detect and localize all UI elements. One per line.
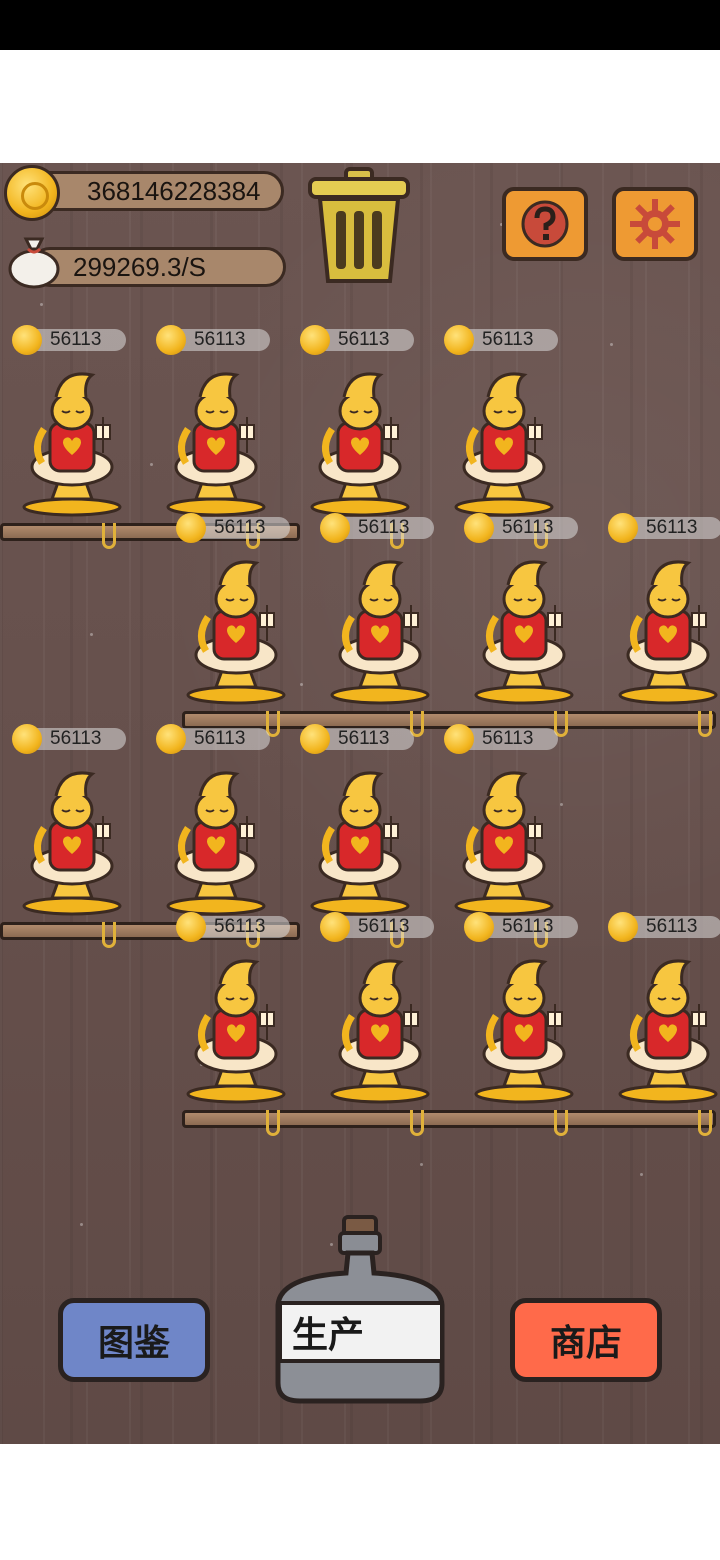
earning-tag: 56113 xyxy=(320,513,434,543)
shelf-hook xyxy=(266,1110,280,1136)
shelf-hook xyxy=(102,922,116,948)
lucky-cat[interactable] xyxy=(618,555,718,705)
shelf-hook xyxy=(698,1110,712,1136)
shelf-hook xyxy=(102,523,116,549)
earning-tag: 56113 xyxy=(608,912,720,942)
status-bar xyxy=(0,0,720,50)
help-button[interactable] xyxy=(502,187,588,261)
earning-tag: 56113 xyxy=(12,724,126,754)
earning-value: 56113 xyxy=(214,517,266,538)
earning-tag: 56113 xyxy=(176,513,290,543)
coin-icon xyxy=(12,724,42,754)
coin-icon xyxy=(4,165,60,221)
earning-tag: 56113 xyxy=(464,513,578,543)
earning-value: 56113 xyxy=(502,517,554,538)
income-counter: 299269.3/S xyxy=(30,247,286,287)
earning-value: 56113 xyxy=(214,916,266,937)
lucky-cat[interactable] xyxy=(474,954,574,1104)
earning-value: 56113 xyxy=(50,728,102,749)
earning-tag: 56113 xyxy=(12,325,126,355)
coin-icon xyxy=(176,912,206,942)
shelf xyxy=(182,1110,716,1128)
shelf-hook xyxy=(554,1110,568,1136)
shop-label: 商店 xyxy=(549,1323,622,1364)
earning-value: 56113 xyxy=(194,329,246,350)
lucky-cat[interactable] xyxy=(22,367,122,517)
produce-label: 生产 xyxy=(292,1315,365,1356)
earning-value: 56113 xyxy=(338,329,390,350)
coin-icon xyxy=(320,912,350,942)
coins-value: 368146228384 xyxy=(87,176,261,206)
coin-icon xyxy=(300,724,330,754)
coin-icon xyxy=(444,724,474,754)
lucky-cat[interactable] xyxy=(186,954,286,1104)
lucky-cat[interactable] xyxy=(166,766,266,916)
coin-icon xyxy=(464,912,494,942)
coin-icon xyxy=(156,724,186,754)
produce-button[interactable]: 生产 xyxy=(278,1301,444,1363)
lucky-cat[interactable] xyxy=(310,766,410,916)
coin-icon xyxy=(156,325,186,355)
lucky-cat[interactable] xyxy=(22,766,122,916)
earning-value: 56113 xyxy=(50,329,102,350)
earning-tag: 56113 xyxy=(444,325,558,355)
settings-button[interactable] xyxy=(612,187,698,261)
earning-value: 56113 xyxy=(482,728,534,749)
earning-value: 56113 xyxy=(482,329,534,350)
earning-value: 56113 xyxy=(194,728,246,749)
earning-tag: 56113 xyxy=(464,912,578,942)
coin-icon xyxy=(320,513,350,543)
settings-gear-icon xyxy=(630,199,680,249)
coins-counter: 368146228384 xyxy=(28,171,284,211)
earning-tag: 56113 xyxy=(156,325,270,355)
shop-button[interactable]: 商店 xyxy=(510,1298,662,1382)
lucky-cat[interactable] xyxy=(186,555,286,705)
money-bag-icon xyxy=(8,237,60,289)
shelf-hook xyxy=(698,711,712,737)
earning-tag: 56113 xyxy=(156,724,270,754)
lucky-cat[interactable] xyxy=(454,766,554,916)
lucky-cat[interactable] xyxy=(618,954,718,1104)
coin-icon xyxy=(12,325,42,355)
trash-can-icon[interactable] xyxy=(306,167,412,287)
help-icon xyxy=(521,200,569,248)
coin-icon xyxy=(176,513,206,543)
earning-tag: 56113 xyxy=(300,724,414,754)
earning-value: 56113 xyxy=(358,916,410,937)
lucky-cat[interactable] xyxy=(454,367,554,517)
lucky-cat[interactable] xyxy=(330,954,430,1104)
lucky-cat[interactable] xyxy=(330,555,430,705)
collection-label: 图鉴 xyxy=(97,1323,170,1364)
earning-tag: 56113 xyxy=(444,724,558,754)
collection-button[interactable]: 图鉴 xyxy=(58,1298,210,1382)
income-value: 299269.3/S xyxy=(73,252,207,282)
coin-icon xyxy=(464,513,494,543)
coin-icon xyxy=(444,325,474,355)
earning-value: 56113 xyxy=(646,517,698,538)
shelf-hook xyxy=(410,1110,424,1136)
coin-icon xyxy=(608,912,638,942)
earning-value: 56113 xyxy=(358,517,410,538)
earning-value: 56113 xyxy=(502,916,554,937)
earning-tag: 56113 xyxy=(608,513,720,543)
lucky-cat[interactable] xyxy=(474,555,574,705)
earning-tag: 56113 xyxy=(176,912,290,942)
lucky-cat[interactable] xyxy=(166,367,266,517)
coin-icon xyxy=(300,325,330,355)
earning-tag: 56113 xyxy=(320,912,434,942)
game-area: 368146228384 299269.3/S 56113 56113 5611… xyxy=(0,163,720,1444)
earning-value: 56113 xyxy=(338,728,390,749)
earning-value: 56113 xyxy=(646,916,698,937)
lucky-cat[interactable] xyxy=(310,367,410,517)
earning-tag: 56113 xyxy=(300,325,414,355)
coin-icon xyxy=(608,513,638,543)
